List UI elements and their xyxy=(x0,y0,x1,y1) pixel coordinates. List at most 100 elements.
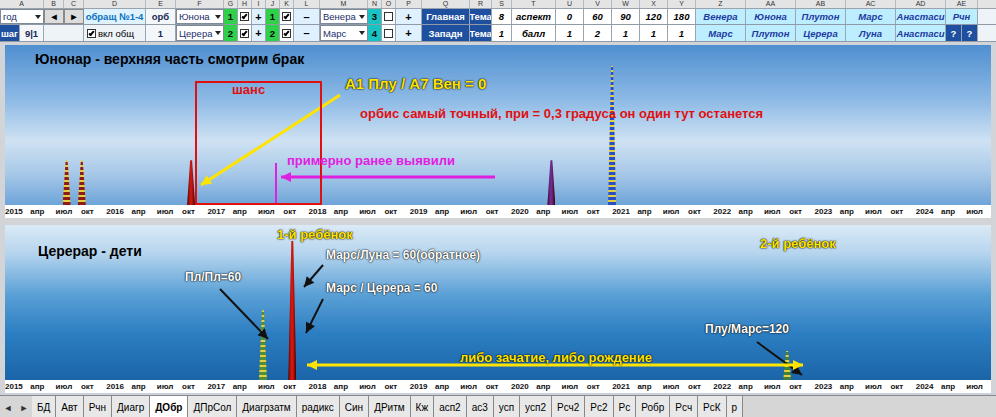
column-letter[interactable]: L xyxy=(294,0,320,8)
sheet-tab[interactable]: усп xyxy=(494,396,520,417)
sheet-tab[interactable]: ас3 xyxy=(467,396,494,417)
sheet-tab[interactable]: р xyxy=(727,396,744,417)
column-letter[interactable]: D xyxy=(84,0,146,8)
tab-nav-button[interactable]: ◄ xyxy=(0,396,16,417)
column-letter[interactable]: N xyxy=(368,0,382,8)
dropdown-cell[interactable]: Венера xyxy=(320,9,368,24)
sheet-tab[interactable]: Кж xyxy=(411,396,435,417)
dropdown-cell[interactable]: год xyxy=(0,9,44,24)
dropdown-arrow-icon[interactable] xyxy=(215,31,221,35)
column-letter[interactable]: AC xyxy=(846,0,896,8)
sign-cell[interactable]: + xyxy=(252,9,266,24)
checkbox[interactable] xyxy=(384,12,393,21)
column-letter[interactable]: C xyxy=(64,0,84,8)
column-letter[interactable]: I xyxy=(252,0,266,8)
column-letter[interactable]: S xyxy=(492,0,512,8)
checkbox[interactable] xyxy=(240,29,249,38)
column-letter[interactable]: AB xyxy=(796,0,846,8)
sheet-tab[interactable]: Рчн xyxy=(84,396,112,417)
checkbox[interactable] xyxy=(384,29,393,38)
column-letter[interactable]: F xyxy=(176,0,224,8)
sheet-tab[interactable]: ДРитм xyxy=(369,396,410,417)
column-letter[interactable]: AA xyxy=(746,0,796,8)
sheet-tab[interactable]: Син xyxy=(340,396,369,417)
column-letter[interactable]: K xyxy=(280,0,294,8)
column-letter[interactable]: W xyxy=(612,0,640,8)
column-letter[interactable]: O xyxy=(382,0,396,8)
column-letter[interactable]: V xyxy=(584,0,612,8)
column-letter[interactable]: J xyxy=(266,0,280,8)
check-cell[interactable] xyxy=(238,25,252,41)
sheet-tab[interactable]: ДОбр xyxy=(150,396,188,417)
column-letter[interactable]: A xyxy=(0,0,44,8)
dropdown-arrow-icon[interactable] xyxy=(359,15,365,19)
column-letter[interactable]: Q xyxy=(422,0,470,8)
sheet-tab[interactable]: усп2 xyxy=(520,396,552,417)
head-cell[interactable]: Западн xyxy=(422,25,470,41)
sheet-tab[interactable]: радикс xyxy=(297,396,340,417)
dropdown-cell[interactable]: Марс xyxy=(320,25,368,41)
column-letter[interactable]: P xyxy=(396,0,422,8)
head-cell[interactable]: Тема xyxy=(470,9,492,24)
checkbox[interactable] xyxy=(240,12,249,21)
sheet-tab[interactable]: РсК xyxy=(698,396,727,417)
chart-spike[interactable] xyxy=(288,241,296,381)
sheet-tab[interactable]: Диагр xyxy=(112,396,150,417)
sign-cell[interactable]: – xyxy=(294,25,320,41)
sheet-tab[interactable]: Робр xyxy=(636,396,670,417)
column-letter[interactable]: X xyxy=(640,0,668,8)
column-letter[interactable]: B xyxy=(44,0,64,8)
checkbox[interactable] xyxy=(282,12,291,21)
column-letter[interactable]: U xyxy=(556,0,584,8)
column-letter[interactable]: M xyxy=(320,0,368,8)
chart-spike[interactable] xyxy=(547,160,555,205)
sheet-tab[interactable]: Рс2 xyxy=(585,396,613,417)
column-letter[interactable]: G xyxy=(224,0,238,8)
button-cell[interactable]: ◄ xyxy=(44,9,64,24)
checkbox[interactable] xyxy=(282,29,291,38)
column-letter[interactable]: E xyxy=(146,0,176,8)
check-cell[interactable] xyxy=(382,25,396,41)
sheet-tab[interactable]: Рсч2 xyxy=(552,396,585,417)
chart-spike[interactable] xyxy=(78,160,86,205)
check-cell[interactable] xyxy=(382,9,396,24)
button-cell[interactable]: ► xyxy=(64,9,84,24)
chart-spike[interactable] xyxy=(63,160,71,205)
column-letter[interactable]: T xyxy=(512,0,556,8)
sheet-tab[interactable]: асп2 xyxy=(434,396,467,417)
dropdown-cell[interactable]: Юнона xyxy=(176,9,224,24)
sheet-tab[interactable]: Рс xyxy=(614,396,637,417)
column-letter[interactable]: AE xyxy=(946,0,978,8)
sheet-tab[interactable]: Авт xyxy=(56,396,83,417)
dropdown-cell[interactable]: Церера xyxy=(176,25,224,41)
check-cell[interactable] xyxy=(280,9,294,24)
dropdown-arrow-icon[interactable] xyxy=(35,15,41,19)
checklabel-cell[interactable]: вкл общ xyxy=(84,25,146,41)
head-cell[interactable]: ? xyxy=(946,25,962,41)
column-letter[interactable]: Z xyxy=(696,0,746,8)
chart-spike[interactable] xyxy=(187,160,195,205)
column-letter[interactable]: Y xyxy=(668,0,696,8)
check-cell[interactable] xyxy=(280,25,294,41)
check-cell[interactable] xyxy=(238,9,252,24)
sign-cell[interactable]: + xyxy=(396,9,422,24)
tab-nav-button[interactable]: ► xyxy=(16,396,32,417)
chart-spike[interactable] xyxy=(783,351,791,380)
dropdown-arrow-icon[interactable] xyxy=(359,31,365,35)
head-cell[interactable]: шаг xyxy=(0,25,20,41)
sheet-tab[interactable]: БД xyxy=(32,396,56,417)
checkbox[interactable] xyxy=(87,29,96,38)
column-letter[interactable]: AD xyxy=(896,0,946,8)
chart-spike[interactable] xyxy=(259,310,267,380)
chart-spike[interactable] xyxy=(608,66,616,205)
dropdown-arrow-icon[interactable] xyxy=(215,15,221,19)
sheet-tab[interactable]: Рсч xyxy=(670,396,698,417)
sign-cell[interactable]: + xyxy=(396,25,422,41)
head-cell[interactable]: ? xyxy=(962,25,978,41)
column-letter[interactable]: H xyxy=(238,0,252,8)
sign-cell[interactable]: – xyxy=(294,9,320,24)
head-cell[interactable]: Главная xyxy=(422,9,470,24)
sign-cell[interactable]: + xyxy=(252,25,266,41)
sheet-tab[interactable]: ДПрСол xyxy=(188,396,237,417)
sheet-tab[interactable]: Диагрзатм xyxy=(237,396,296,417)
